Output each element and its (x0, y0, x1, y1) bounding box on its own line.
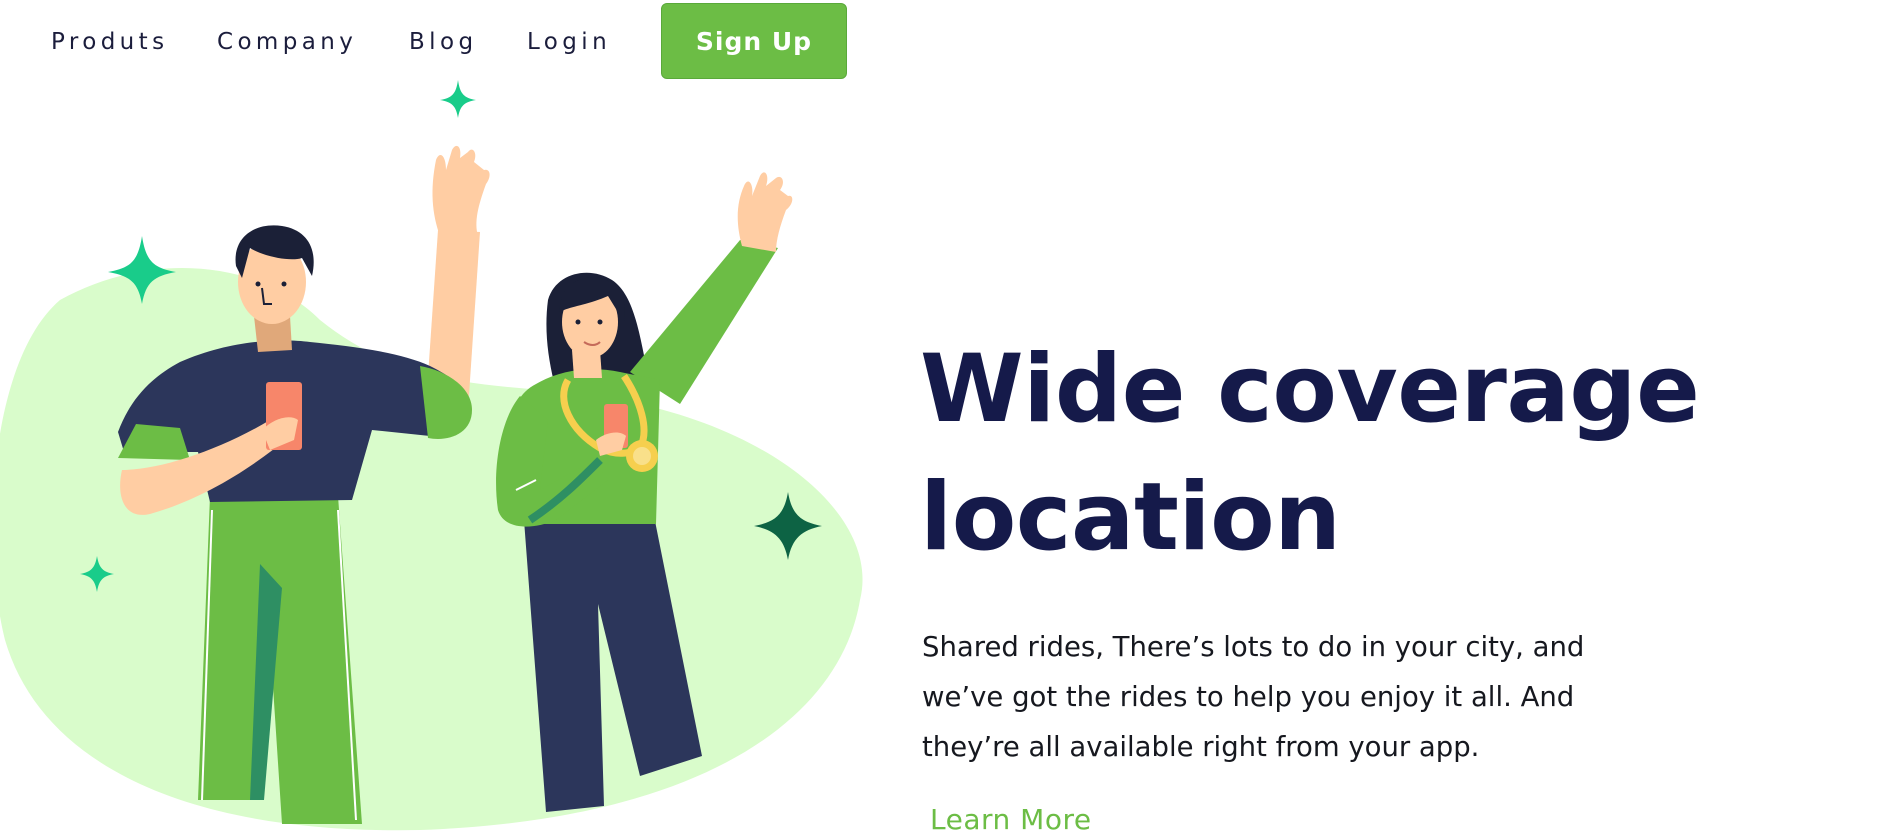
nav-link-blog[interactable]: Blog (409, 29, 477, 55)
hero-title-line-2: location (920, 463, 1341, 572)
learn-more-link[interactable]: Learn More (930, 803, 1092, 836)
nav-link-products[interactable]: Produts (51, 29, 168, 55)
top-navigation: Produts Company Blog Login Sign Up (0, 0, 900, 80)
sign-up-button[interactable]: Sign Up (661, 3, 847, 79)
sparkle-icon (440, 80, 476, 118)
nav-link-login[interactable]: Login (527, 29, 611, 55)
hero-illustration (0, 80, 863, 831)
hero-title-line-1: Wide coverage (920, 335, 1700, 444)
hero-description: Shared rides, There’s lots to do in your… (922, 631, 1585, 763)
nav-link-company[interactable]: Company (217, 29, 357, 55)
hero-title: Wide coverage location (920, 326, 1780, 582)
